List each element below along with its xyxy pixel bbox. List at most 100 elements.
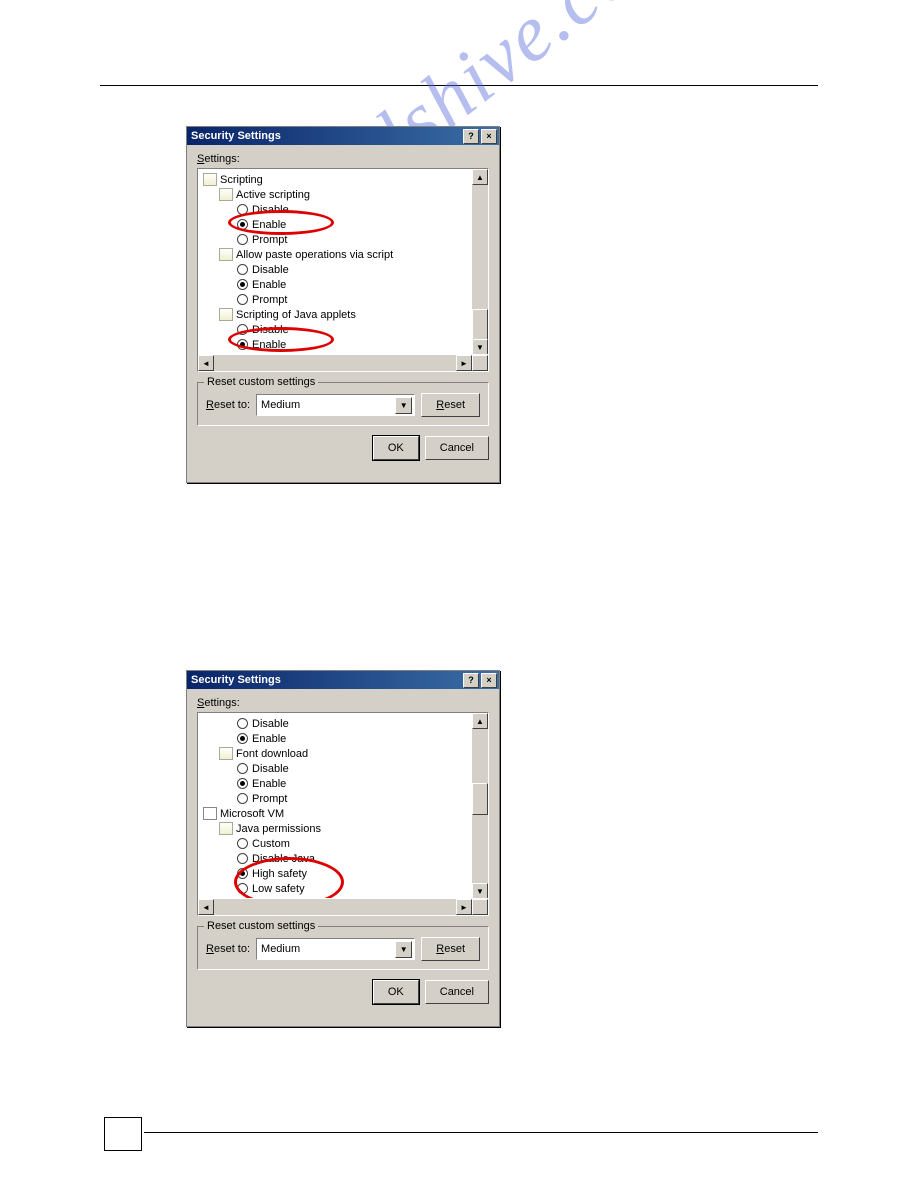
radio-option[interactable]: Disable bbox=[201, 322, 469, 337]
node-label: Disable bbox=[252, 264, 289, 276]
radio-option[interactable]: Disable Java bbox=[201, 851, 469, 866]
radio-icon[interactable] bbox=[237, 279, 248, 290]
node-label: Disable bbox=[252, 763, 289, 775]
security-settings-dialog-2: Security Settings ? × Settings: Disable E… bbox=[186, 670, 500, 1027]
radio-icon[interactable] bbox=[237, 793, 248, 804]
radio-option[interactable]: Prompt bbox=[201, 791, 469, 806]
node-label: Enable bbox=[252, 219, 286, 231]
node-label: Custom bbox=[252, 838, 290, 850]
radio-option[interactable]: Disable bbox=[201, 202, 469, 217]
radio-option[interactable]: Enable bbox=[201, 337, 469, 352]
radio-icon[interactable] bbox=[237, 838, 248, 849]
radio-option[interactable]: Low safety bbox=[201, 881, 469, 896]
help-button[interactable]: ? bbox=[463, 129, 479, 144]
radio-option[interactable]: Enable bbox=[201, 776, 469, 791]
node-label: Enable bbox=[252, 778, 286, 790]
radio-option[interactable]: Enable bbox=[201, 217, 469, 232]
close-button[interactable]: × bbox=[481, 673, 497, 688]
reset-custom-settings-group: Reset custom settings Reset to: Medium ▼… bbox=[197, 382, 489, 426]
radio-icon[interactable] bbox=[237, 294, 248, 305]
radio-option[interactable]: Disable bbox=[201, 716, 469, 731]
radio-option[interactable]: Disable bbox=[201, 761, 469, 776]
scroll-thumb[interactable] bbox=[472, 309, 488, 341]
help-button[interactable]: ? bbox=[463, 673, 479, 688]
vertical-scrollbar[interactable]: ▲ ▼ bbox=[471, 169, 488, 355]
reset-button[interactable]: Reset bbox=[421, 937, 480, 961]
scroll-right-icon[interactable]: ► bbox=[456, 899, 472, 915]
radio-icon[interactable] bbox=[237, 718, 248, 729]
radio-option[interactable]: Prompt bbox=[201, 292, 469, 307]
node-label: Enable bbox=[252, 279, 286, 291]
page-top-rule bbox=[100, 85, 818, 86]
radio-icon[interactable] bbox=[237, 778, 248, 789]
reset-to-value: Medium bbox=[261, 399, 300, 411]
radio-icon[interactable] bbox=[237, 219, 248, 230]
node-label: Disable bbox=[252, 718, 289, 730]
dropdown-icon[interactable]: ▼ bbox=[395, 397, 412, 414]
cancel-button[interactable]: Cancel bbox=[425, 980, 489, 1004]
horizontal-scrollbar[interactable]: ◄ ► bbox=[198, 354, 488, 371]
titlebar: Security Settings ? × bbox=[187, 127, 499, 145]
horizontal-scrollbar[interactable]: ◄ ► bbox=[198, 898, 488, 915]
reset-legend: Reset custom settings bbox=[204, 920, 318, 932]
script-icon bbox=[219, 248, 233, 261]
scroll-corner bbox=[472, 355, 488, 371]
radio-icon[interactable] bbox=[237, 264, 248, 275]
scroll-left-icon[interactable]: ◄ bbox=[198, 899, 214, 915]
reset-to-label: Reset to: bbox=[206, 399, 250, 411]
radio-option[interactable]: Enable bbox=[201, 277, 469, 292]
radio-icon[interactable] bbox=[237, 339, 248, 350]
scroll-right-icon[interactable]: ► bbox=[456, 355, 472, 371]
settings-label: Settings: bbox=[197, 697, 489, 709]
node-label: Prompt bbox=[252, 793, 287, 805]
radio-option[interactable]: Custom bbox=[201, 836, 469, 851]
radio-option[interactable]: High safety bbox=[201, 866, 469, 881]
node-label: Disable bbox=[252, 324, 289, 336]
reset-button[interactable]: Reset bbox=[421, 393, 480, 417]
node-label: Font download bbox=[236, 748, 308, 760]
radio-icon[interactable] bbox=[237, 853, 248, 864]
page-icon bbox=[203, 807, 217, 820]
close-button[interactable]: × bbox=[481, 129, 497, 144]
node-label: Active scripting bbox=[236, 189, 310, 201]
radio-icon[interactable] bbox=[237, 868, 248, 879]
scroll-left-icon[interactable]: ◄ bbox=[198, 355, 214, 371]
node-label: Java permissions bbox=[236, 823, 321, 835]
radio-icon[interactable] bbox=[237, 234, 248, 245]
radio-icon[interactable] bbox=[237, 204, 248, 215]
titlebar: Security Settings ? × bbox=[187, 671, 499, 689]
vertical-scrollbar[interactable]: ▲ ▼ bbox=[471, 713, 488, 899]
node-label: Scripting bbox=[220, 174, 263, 186]
script-icon bbox=[203, 173, 217, 186]
radio-icon[interactable] bbox=[237, 733, 248, 744]
radio-option[interactable]: Enable bbox=[201, 731, 469, 746]
dialog-title: Security Settings bbox=[191, 674, 461, 686]
radio-option[interactable]: Disable bbox=[201, 262, 469, 277]
tree-category: Allow paste operations via script bbox=[201, 247, 469, 262]
reset-legend: Reset custom settings bbox=[204, 376, 318, 388]
scroll-thumb[interactable] bbox=[472, 783, 488, 815]
radio-icon[interactable] bbox=[237, 763, 248, 774]
scroll-down-icon[interactable]: ▼ bbox=[472, 339, 488, 355]
scroll-down-icon[interactable]: ▼ bbox=[472, 883, 488, 899]
reset-to-select[interactable]: Medium ▼ bbox=[256, 394, 415, 416]
tree-category: Active scripting bbox=[201, 187, 469, 202]
dropdown-icon[interactable]: ▼ bbox=[395, 941, 412, 958]
settings-tree[interactable]: ScriptingActive scriptingDisableEnablePr… bbox=[197, 168, 489, 372]
script-icon bbox=[219, 308, 233, 321]
ok-button[interactable]: OK bbox=[373, 436, 419, 460]
radio-option[interactable]: Prompt bbox=[201, 232, 469, 247]
radio-icon[interactable] bbox=[237, 324, 248, 335]
cancel-button[interactable]: Cancel bbox=[425, 436, 489, 460]
reset-to-select[interactable]: Medium ▼ bbox=[256, 938, 415, 960]
ok-button[interactable]: OK bbox=[373, 980, 419, 1004]
scroll-corner bbox=[472, 899, 488, 915]
scroll-up-icon[interactable]: ▲ bbox=[472, 713, 488, 729]
tree-category: Scripting of Java applets bbox=[201, 307, 469, 322]
tree-category: Font download bbox=[201, 746, 469, 761]
scroll-up-icon[interactable]: ▲ bbox=[472, 169, 488, 185]
settings-tree[interactable]: Disable Enable Font download Disable Enable P… bbox=[197, 712, 489, 916]
script-icon bbox=[219, 188, 233, 201]
node-label: Enable bbox=[252, 733, 286, 745]
radio-icon[interactable] bbox=[237, 883, 248, 894]
